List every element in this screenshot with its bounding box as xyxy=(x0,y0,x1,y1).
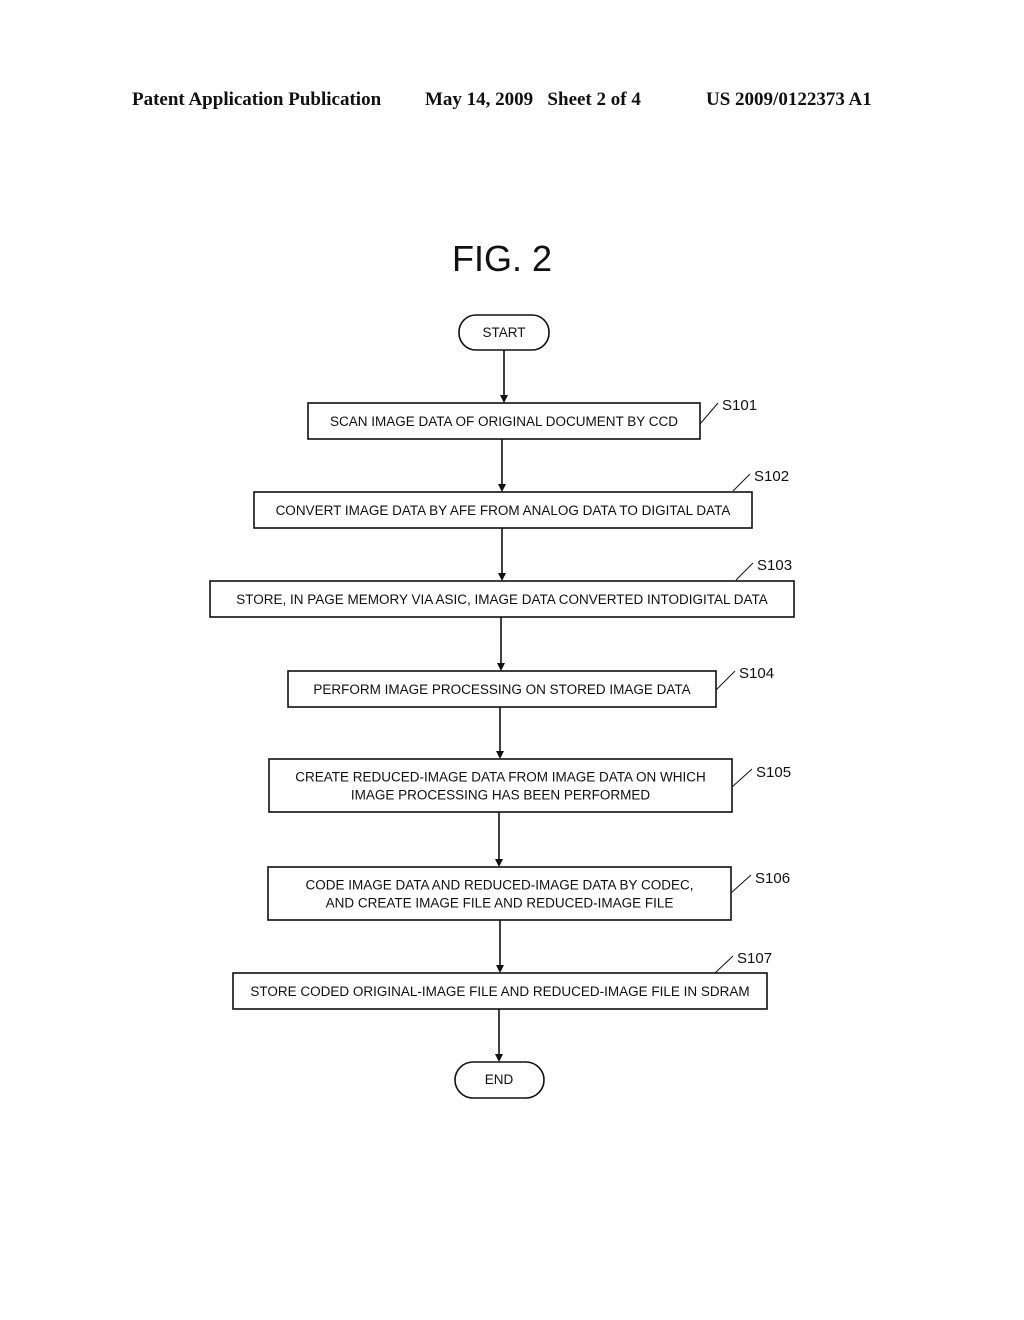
arrowhead-icon xyxy=(496,751,504,759)
step-leader-line xyxy=(735,562,754,581)
end-label: END xyxy=(485,1072,514,1087)
step-leader-line xyxy=(731,768,753,788)
process-step-s107: STORE CODED ORIGINAL-IMAGE FILE AND REDU… xyxy=(232,950,772,1010)
process-step-s106: CODE IMAGE DATA AND REDUCED-IMAGE DATA B… xyxy=(267,866,790,921)
arrowhead-icon xyxy=(500,395,508,403)
arrowhead-icon xyxy=(498,573,506,581)
step-box xyxy=(268,758,733,813)
step-text: SCAN IMAGE DATA OF ORIGINAL DOCUMENT BY … xyxy=(330,414,678,429)
arrowhead-icon xyxy=(495,859,503,867)
arrowhead-icon xyxy=(497,663,505,671)
step-text: PERFORM IMAGE PROCESSING ON STORED IMAGE… xyxy=(313,682,690,697)
step-box xyxy=(267,866,732,921)
step-text: CONVERT IMAGE DATA BY AFE FROM ANALOG DA… xyxy=(276,503,731,518)
process-step-s105: CREATE REDUCED-IMAGE DATA FROM IMAGE DAT… xyxy=(268,758,791,813)
step-leader-line xyxy=(730,874,752,894)
process-step-s102: CONVERT IMAGE DATA BY AFE FROM ANALOG DA… xyxy=(253,468,789,529)
step-text: IMAGE PROCESSING HAS BEEN PERFORMED xyxy=(351,788,651,803)
step-leader-line xyxy=(732,473,751,492)
arrowhead-icon xyxy=(496,965,504,973)
step-text: CODE IMAGE DATA AND REDUCED-IMAGE DATA B… xyxy=(305,878,693,893)
start-label: START xyxy=(482,325,525,340)
step-text: CREATE REDUCED-IMAGE DATA FROM IMAGE DAT… xyxy=(295,770,706,785)
step-id-label: S106 xyxy=(755,870,790,887)
step-id-label: S101 xyxy=(722,397,757,414)
step-id-label: S105 xyxy=(756,764,791,781)
process-step-s101: SCAN IMAGE DATA OF ORIGINAL DOCUMENT BY … xyxy=(307,397,757,440)
arrowhead-icon xyxy=(498,484,506,492)
end-terminal: END xyxy=(454,1061,545,1099)
flowchart: START SCAN IMAGE DATA OF ORIGINAL DOCUME… xyxy=(209,314,795,1099)
arrowhead-icon xyxy=(495,1054,503,1062)
step-leader-line xyxy=(714,955,734,974)
step-text: STORE, IN PAGE MEMORY VIA ASIC, IMAGE DA… xyxy=(236,592,768,607)
process-step-s104: PERFORM IMAGE PROCESSING ON STORED IMAGE… xyxy=(287,665,774,708)
step-text: AND CREATE IMAGE FILE AND REDUCED-IMAGE … xyxy=(326,896,674,911)
step-id-label: S107 xyxy=(737,950,772,967)
step-leader-line xyxy=(699,402,719,425)
step-id-label: S103 xyxy=(757,557,792,574)
step-id-label: S104 xyxy=(739,665,774,682)
start-terminal: START xyxy=(458,314,550,351)
step-leader-line xyxy=(715,670,736,691)
step-text: STORE CODED ORIGINAL-IMAGE FILE AND REDU… xyxy=(250,984,749,999)
step-id-label: S102 xyxy=(754,468,789,485)
